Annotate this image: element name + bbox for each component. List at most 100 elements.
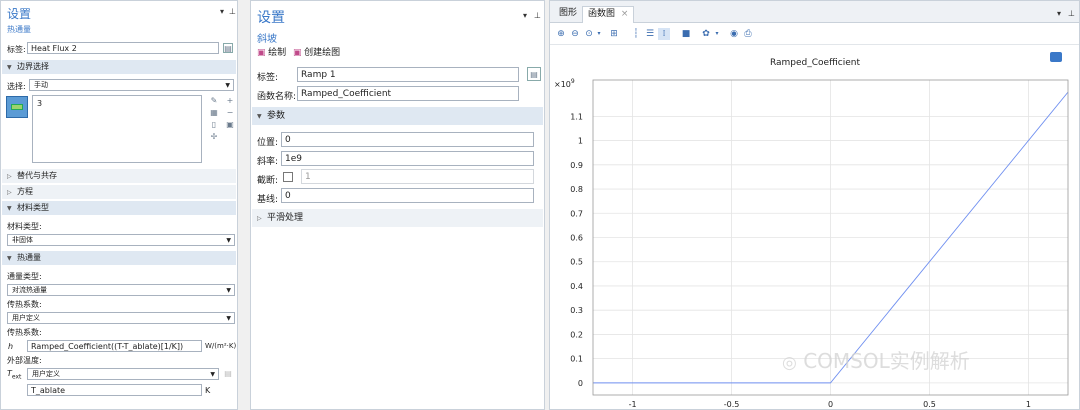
print-icon[interactable]: ⎙ bbox=[742, 28, 754, 40]
location-caption: 位置: bbox=[257, 138, 279, 148]
watermark: ◎ COMSOL实例解析 bbox=[782, 349, 970, 373]
list-item[interactable]: 3 bbox=[37, 99, 42, 108]
section-boundary-selection[interactable]: ▼ 边界选择 bbox=[2, 60, 236, 74]
zoom-out-icon[interactable]: ⊖ bbox=[569, 28, 581, 40]
selection-list[interactable]: 3 bbox=[32, 95, 202, 163]
panel-title: 设置 bbox=[7, 7, 32, 21]
add-icon[interactable]: + bbox=[225, 96, 235, 106]
zoom-extents-icon[interactable]: ⊞ bbox=[608, 28, 620, 40]
heat-flux-settings-panel: 设置 热通量 ▾ ⊥ 标签: Heat Flux 2 ▤ ▼ 边界选择 选择: 手… bbox=[0, 0, 238, 410]
camera-icon[interactable]: ◉ bbox=[728, 28, 740, 40]
y-tick-label: 0.1 bbox=[570, 355, 583, 364]
table-icon[interactable]: ☰ bbox=[644, 28, 656, 40]
y-tick-label: 1.1 bbox=[570, 112, 583, 121]
grid-lines-icon[interactable]: ┆ bbox=[630, 28, 642, 40]
create-plot-button[interactable]: ▣ 创建绘图 bbox=[293, 45, 340, 58]
y-tick-label: 0.4 bbox=[570, 282, 583, 291]
pin-icon[interactable]: ⊥ bbox=[229, 7, 236, 16]
remove-icon[interactable]: − bbox=[225, 108, 235, 118]
label-edit-icon[interactable]: ▤ bbox=[223, 43, 233, 53]
baseline-field[interactable]: 0 bbox=[281, 188, 534, 203]
close-icon[interactable]: × bbox=[621, 9, 629, 19]
panel-subtitle: 斜坡 bbox=[257, 34, 277, 45]
create-plot-icon: ▣ bbox=[293, 48, 302, 58]
scene-menu-icon[interactable]: ▾ bbox=[713, 28, 721, 40]
y-tick-label: 0.8 bbox=[570, 185, 583, 194]
section-material-type[interactable]: ▼ 材料类型 bbox=[2, 201, 236, 215]
x-tick-label: 1 bbox=[1026, 400, 1031, 409]
section-override[interactable]: ▷ 替代与共存 bbox=[2, 169, 236, 183]
label-caption: 标签: bbox=[257, 73, 279, 83]
slope-field[interactable]: 1e9 bbox=[281, 151, 534, 166]
panel-subtitle: 热通量 bbox=[7, 25, 31, 34]
plot-icon: ▣ bbox=[257, 48, 266, 58]
section-parameters[interactable]: ▼ 参数 bbox=[252, 107, 543, 125]
paste-selection-icon[interactable]: ✎ bbox=[209, 96, 219, 106]
y-tick-label: 0.5 bbox=[570, 258, 583, 267]
zoom-in-icon[interactable]: ⊕ bbox=[555, 28, 567, 40]
x-tick-label: 0 bbox=[828, 400, 833, 409]
baseline-caption: 基线: bbox=[257, 195, 279, 205]
h-symbol: h bbox=[8, 342, 14, 351]
htc-select[interactable]: 用户定义 ▼ bbox=[7, 312, 235, 324]
clear-selection-icon[interactable]: ▯ bbox=[209, 120, 219, 130]
section-smoothing[interactable]: ▷ 平滑处理 bbox=[252, 209, 543, 227]
panel-menu-icon[interactable]: ▾ bbox=[1057, 9, 1061, 18]
pin-icon[interactable]: ⊥ bbox=[534, 11, 541, 20]
label-caption: 标签: bbox=[7, 45, 26, 54]
y-multiplier: ×109 bbox=[554, 78, 575, 89]
ext-temp-caption: 外部温度: bbox=[7, 356, 42, 365]
lock-icon[interactable]: ■ bbox=[680, 28, 692, 40]
y-tick-label: 0.3 bbox=[570, 306, 583, 315]
location-field[interactable]: 0 bbox=[281, 132, 534, 147]
panel-menu-icon[interactable]: ▾ bbox=[220, 7, 224, 16]
material-type-select[interactable]: 非固体 ▼ bbox=[7, 234, 235, 246]
panel-menu-icon[interactable]: ▾ bbox=[523, 11, 527, 20]
crosshair-icon[interactable]: ✢ bbox=[209, 132, 219, 142]
material-type-caption: 材料类型: bbox=[7, 222, 42, 231]
plot-button[interactable]: ▣ 绘制 bbox=[257, 45, 286, 58]
tab-graphics[interactable]: 图形 bbox=[554, 6, 582, 23]
section-equation[interactable]: ▷ 方程 bbox=[2, 185, 236, 199]
x-tick-label: -1 bbox=[629, 400, 637, 409]
boundary-selection-toggle-icon[interactable] bbox=[6, 96, 28, 118]
cutoff-checkbox[interactable] bbox=[283, 172, 293, 182]
pin-icon[interactable]: ⊥ bbox=[1068, 9, 1075, 18]
h-unit: W/(m²·K) bbox=[205, 342, 237, 350]
cutoff-caption: 截断: bbox=[257, 176, 279, 186]
panel-title: 设置 bbox=[257, 10, 285, 26]
tab-bar: 图形 函数图 × ▾ ⊥ bbox=[550, 1, 1079, 23]
axis-lock-icon[interactable]: ⁞ bbox=[658, 28, 670, 40]
selection-select[interactable]: 手动 ▼ bbox=[29, 79, 234, 91]
zoom-box-icon[interactable]: ⊙ bbox=[583, 28, 595, 40]
slope-caption: 斜率: bbox=[257, 157, 279, 167]
tab-function-plot[interactable]: 函数图 × bbox=[582, 6, 635, 23]
zoom-menu-icon[interactable]: ▾ bbox=[595, 28, 603, 40]
scene-light-icon[interactable]: ✿ bbox=[700, 28, 712, 40]
cutoff-field[interactable]: 1 bbox=[301, 169, 534, 184]
htc-value-caption: 传热系数: bbox=[7, 328, 42, 337]
x-tick-label: 0.5 bbox=[923, 400, 936, 409]
flux-type-select[interactable]: 对流热通量 ▼ bbox=[7, 284, 235, 296]
label-edit-icon[interactable]: ▤ bbox=[527, 67, 541, 81]
chart-title: Ramped_Coefficient bbox=[770, 58, 861, 68]
copy-selection-icon[interactable]: ▦ bbox=[209, 108, 219, 118]
selection-caption: 选择: bbox=[7, 82, 26, 91]
t-ext-symbol: Text bbox=[7, 369, 22, 381]
ramp-settings-panel: 设置 斜坡 ▾ ⊥ ▣ 绘制 ▣ 创建绘图 标签: Ramp 1 ▤ 函数名称:… bbox=[250, 0, 545, 410]
t-ext-select[interactable]: 用户定义 ▼ bbox=[27, 368, 219, 380]
graphics-panel: 图形 函数图 × ▾ ⊥ ⊕ ⊖ ⊙ ▾ ⊞ ┆ ☰ ⁞ ■ ✿ ▾ ◉ ⎙ R… bbox=[549, 0, 1080, 410]
t-ext-edit-icon[interactable]: ▤ bbox=[223, 369, 233, 379]
section-heat-flux[interactable]: ▼ 热通量 bbox=[2, 251, 236, 265]
function-name-field[interactable]: Ramped_Coefficient bbox=[297, 86, 519, 101]
zoom-selection-icon[interactable]: ▣ bbox=[225, 120, 235, 130]
label-field[interactable]: Ramp 1 bbox=[297, 67, 519, 82]
label-field[interactable]: Heat Flux 2 bbox=[27, 42, 219, 54]
plot-toolbar: ⊕ ⊖ ⊙ ▾ ⊞ ┆ ☰ ⁞ ■ ✿ ▾ ◉ ⎙ bbox=[550, 23, 1079, 45]
h-expression-field[interactable]: Ramped_Coefficient((T-T_ablate)[1/K]) bbox=[27, 340, 202, 352]
t-ext-unit: K bbox=[205, 386, 211, 395]
htc-caption: 传热系数: bbox=[7, 300, 42, 309]
t-ext-field[interactable]: T_ablate bbox=[27, 384, 202, 396]
y-tick-label: 0.9 bbox=[570, 161, 583, 170]
y-tick-label: 1 bbox=[578, 137, 583, 146]
